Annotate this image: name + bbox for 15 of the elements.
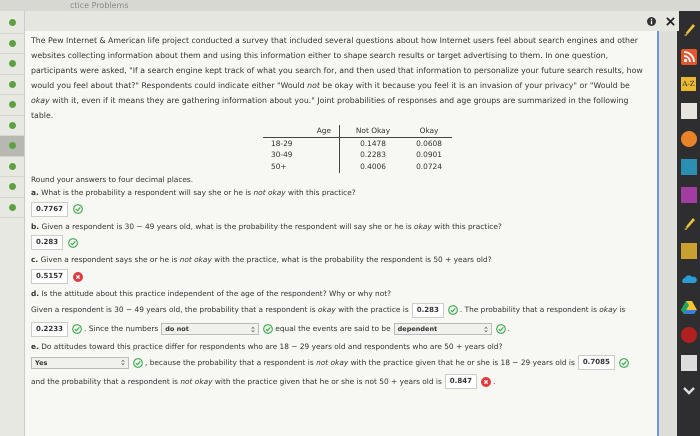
spinner-icon (121, 359, 125, 366)
spinner-icon (484, 326, 488, 333)
app-tile-icon[interactable] (680, 243, 696, 259)
app-tile-icon[interactable] (680, 159, 696, 175)
app-tile-icon[interactable] (680, 355, 696, 371)
app-tile-icon[interactable] (680, 187, 696, 203)
question-nav-item[interactable] (0, 136, 24, 156)
rss-icon[interactable] (680, 49, 696, 65)
page-title: ctice Problems (70, 1, 128, 11)
info-icon[interactable] (647, 16, 656, 26)
triangle-icon[interactable] (680, 299, 696, 315)
app-tile-icon[interactable] (680, 103, 696, 119)
close-icon[interactable] (666, 16, 675, 26)
app-circle-icon[interactable] (680, 131, 696, 147)
spinner-icon (251, 326, 256, 333)
